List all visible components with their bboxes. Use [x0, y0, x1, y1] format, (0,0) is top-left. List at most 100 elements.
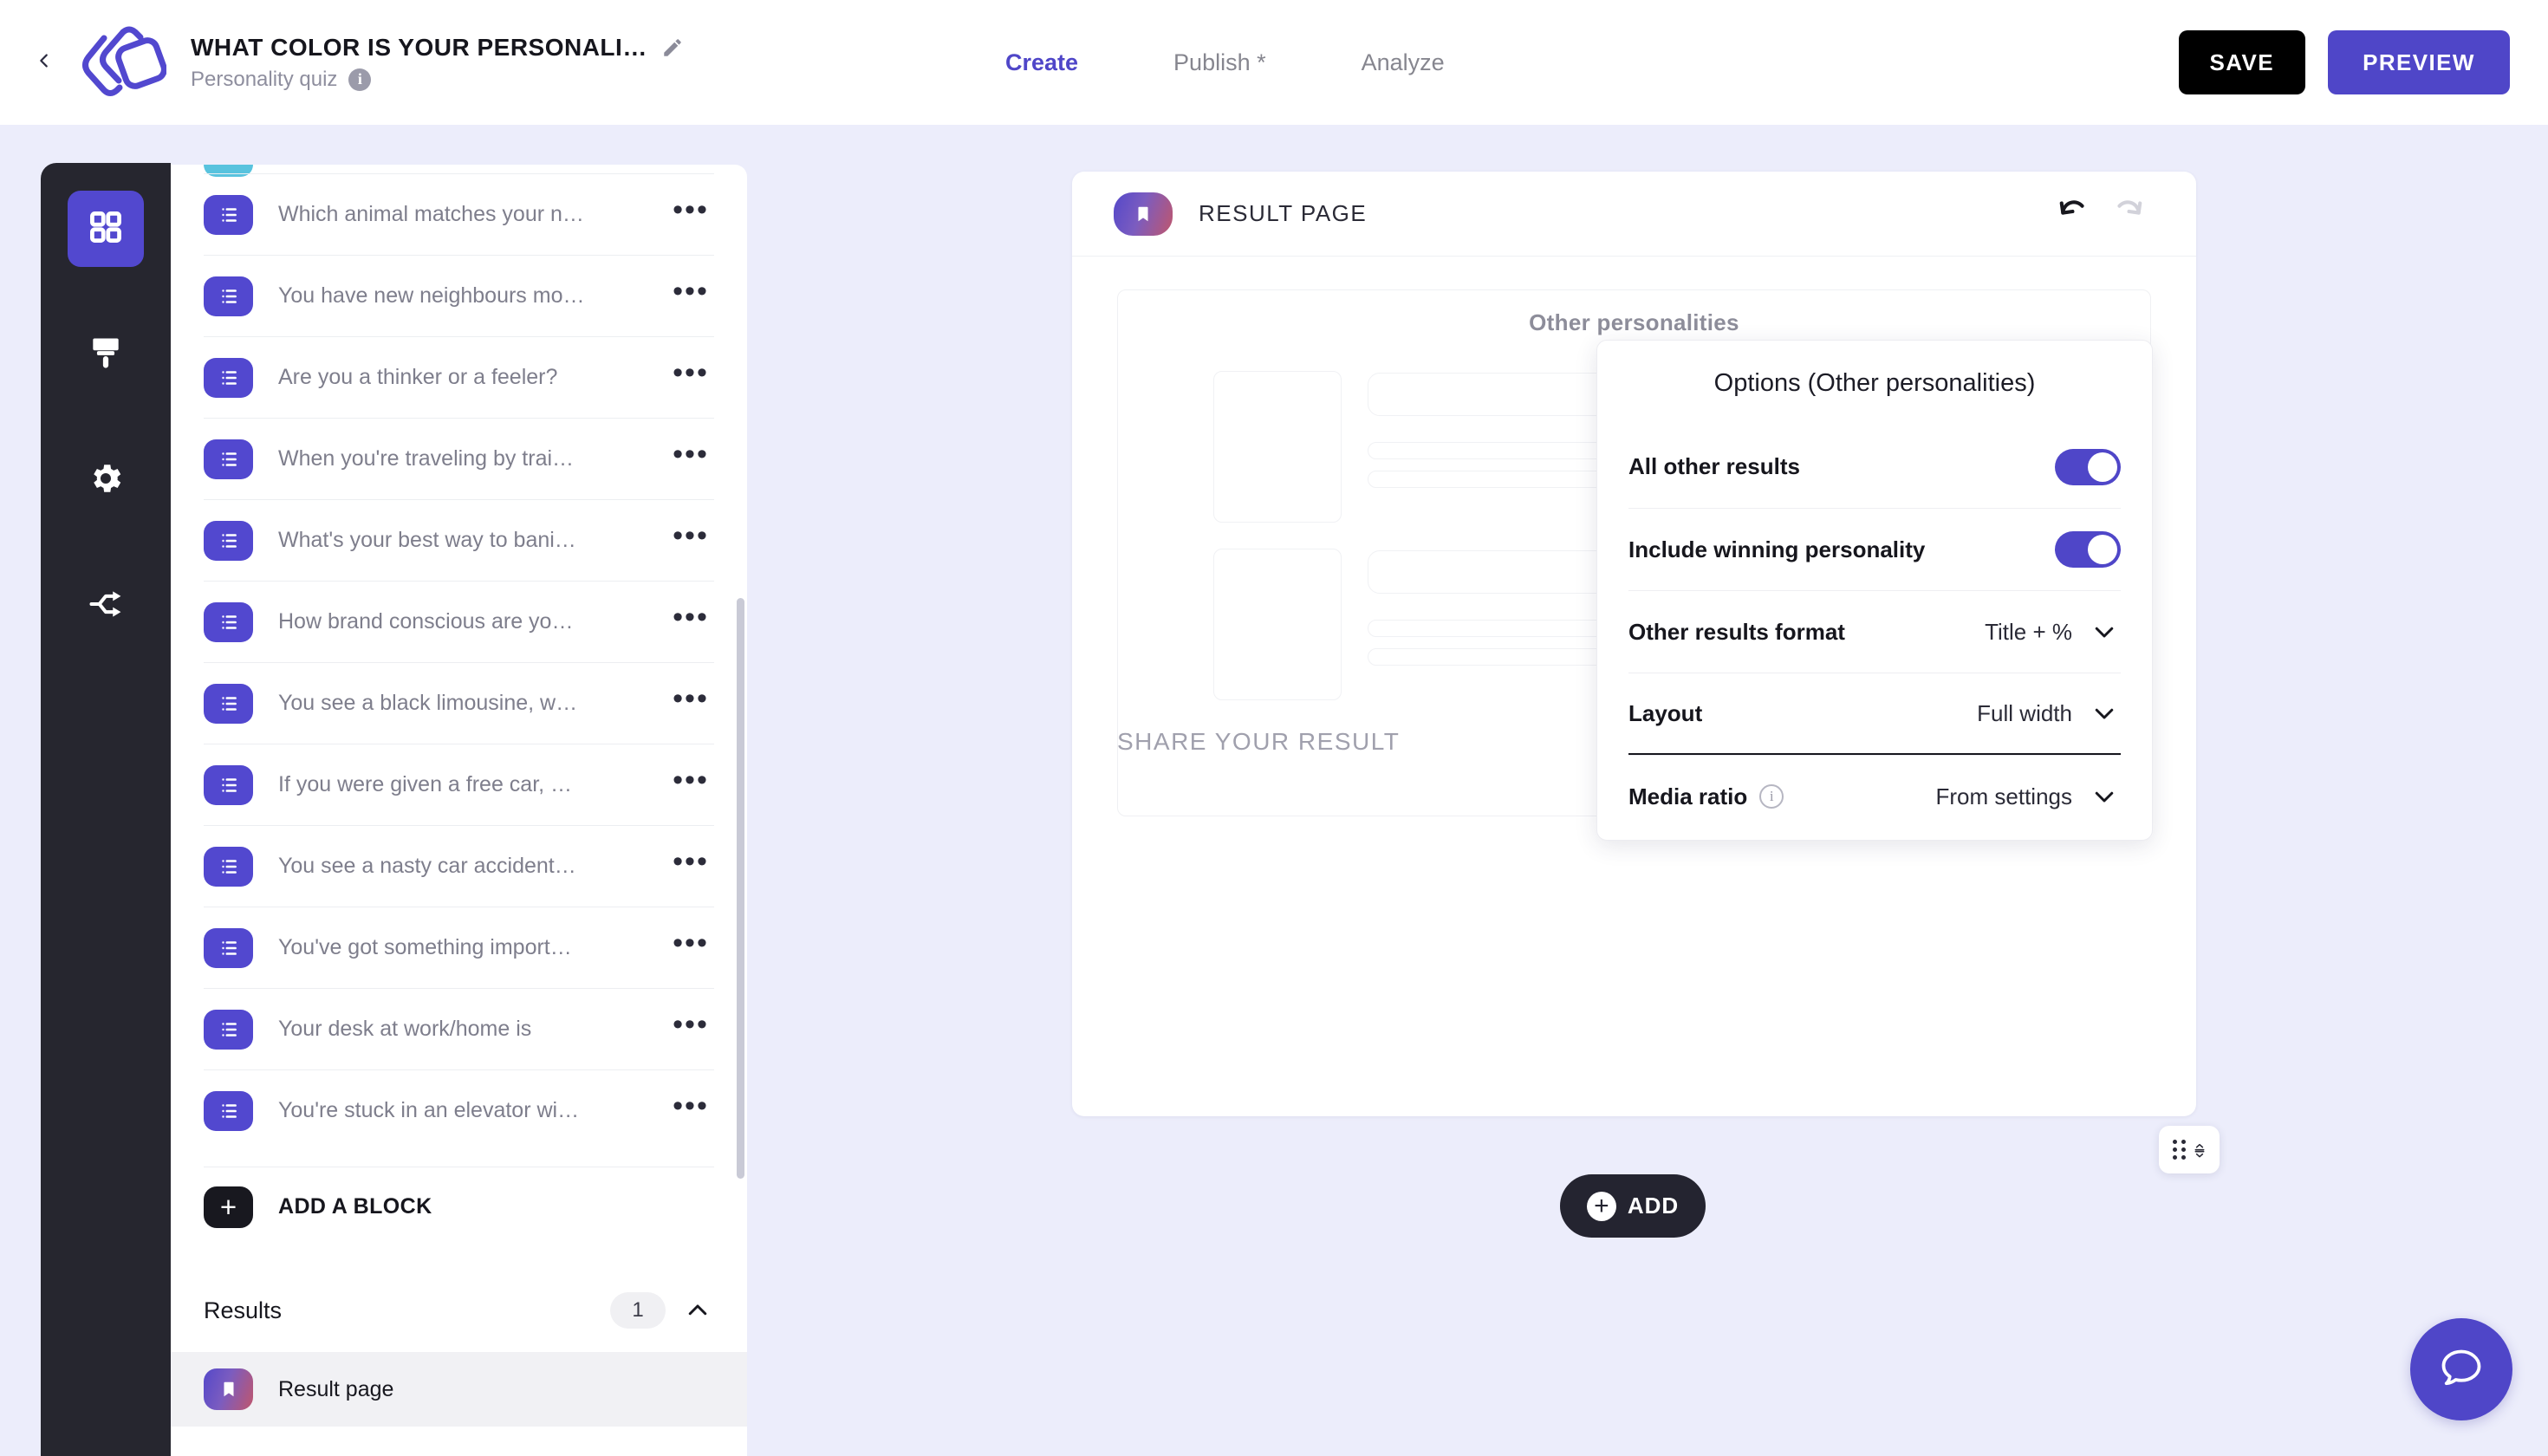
- resize-vertical-icon[interactable]: [2193, 1141, 2207, 1160]
- toggle-all-other-results[interactable]: [2055, 448, 2121, 485]
- canvas-header: RESULT PAGE: [1072, 172, 2196, 257]
- option-label: Media ratio i: [1628, 783, 1936, 810]
- info-icon[interactable]: i: [348, 68, 372, 91]
- info-icon[interactable]: i: [1759, 784, 1784, 809]
- add-a-block-button[interactable]: + ADD A BLOCK: [204, 1167, 714, 1246]
- list-item-result-page[interactable]: Result page: [171, 1352, 747, 1427]
- block-menu-button[interactable]: •••: [667, 765, 714, 795]
- block-list-scroll[interactable]: Which animal matches your n… ••• You hav…: [171, 165, 747, 1456]
- skeleton-heading: Other personalities: [1529, 309, 1739, 335]
- toggle-include-winning-personality[interactable]: [2055, 531, 2121, 568]
- option-label: Include winning personality: [1628, 536, 1926, 562]
- block-label: You see a nasty car accident…: [278, 854, 576, 878]
- chevron-down-icon[interactable]: [2091, 619, 2121, 645]
- panel-scrollbar-thumb[interactable]: [737, 598, 744, 1179]
- chevron-left-icon: [35, 46, 54, 80]
- grid-icon: [87, 208, 125, 250]
- block-label: You have new neighbours mo…: [278, 283, 585, 308]
- block-menu-button[interactable]: •••: [667, 358, 714, 387]
- bookmark-icon: [1114, 192, 1173, 236]
- option-row-layout[interactable]: Layout Full width: [1628, 673, 2121, 755]
- toggle-knob: [2088, 535, 2117, 564]
- tab-create[interactable]: Create: [1005, 49, 1078, 76]
- option-label: Layout: [1628, 699, 1703, 726]
- option-row-include-winning-personality[interactable]: Include winning personality: [1628, 508, 2121, 590]
- block-menu-button[interactable]: •••: [667, 1010, 714, 1039]
- bookmark-icon: [204, 1368, 253, 1410]
- option-label-text: Media ratio: [1628, 783, 1748, 809]
- rail-item-blocks[interactable]: [68, 191, 144, 267]
- chat-bubble-icon: [2435, 1342, 2487, 1398]
- list-item[interactable]: You've got something import… •••: [204, 907, 714, 988]
- chat-support-button[interactable]: [2410, 1318, 2512, 1420]
- block-drag-resize-control[interactable]: [2159, 1126, 2220, 1173]
- list-item[interactable]: If you were given a free car, … •••: [204, 744, 714, 825]
- block-label: How brand conscious are yo…: [278, 609, 574, 634]
- option-row-all-other-results[interactable]: All other results: [1628, 426, 2121, 508]
- plus-icon: +: [204, 1186, 253, 1228]
- quiz-subtitle: Personality quiz: [191, 67, 338, 91]
- toggle-knob: [2088, 452, 2117, 482]
- back-button[interactable]: [29, 43, 59, 81]
- save-button[interactable]: SAVE: [2178, 30, 2305, 94]
- panel-scrollbar[interactable]: [735, 165, 747, 1456]
- block-type-icon: [204, 927, 253, 968]
- block-menu-button[interactable]: •••: [667, 276, 714, 306]
- rail-item-logic[interactable]: [68, 568, 144, 644]
- brand-logo-icon[interactable]: [71, 21, 167, 104]
- add-block-button[interactable]: + ADD: [1560, 1174, 1706, 1238]
- option-row-other-results-format[interactable]: Other results format Title + %: [1628, 590, 2121, 673]
- block-menu-button[interactable]: •••: [667, 439, 714, 469]
- results-section-header[interactable]: Results 1: [204, 1277, 714, 1343]
- list-item[interactable]: You're stuck in an elevator wi… •••: [204, 1069, 714, 1151]
- rail-item-settings[interactable]: [68, 442, 144, 518]
- block-label: Are you a thinker or a feeler?: [278, 365, 558, 389]
- top-bar: WHAT COLOR IS YOUR PERSONALI… Personalit…: [0, 0, 2548, 125]
- top-actions: SAVE PREVIEW: [2178, 0, 2510, 125]
- block-menu-button[interactable]: •••: [667, 684, 714, 713]
- list-item[interactable]: How brand conscious are yo… •••: [204, 581, 714, 662]
- undo-button[interactable]: [2047, 187, 2101, 241]
- chevron-up-icon[interactable]: [685, 1297, 714, 1323]
- rail-item-design[interactable]: [68, 316, 144, 393]
- main-nav-tabs: Create Publish * Analyze: [1005, 0, 1445, 125]
- list-item-partial[interactable]: [204, 165, 714, 177]
- block-menu-button[interactable]: •••: [667, 1091, 714, 1121]
- preview-button[interactable]: PREVIEW: [2328, 30, 2510, 94]
- chevron-down-icon[interactable]: [2091, 783, 2121, 809]
- chevron-down-icon[interactable]: [2091, 700, 2121, 726]
- tab-publish[interactable]: Publish *: [1173, 49, 1266, 76]
- list-item[interactable]: Your desk at work/home is •••: [204, 988, 714, 1069]
- drag-dots-icon[interactable]: [2172, 1140, 2186, 1160]
- block-type-icon: [204, 194, 253, 235]
- block-menu-button[interactable]: •••: [667, 928, 714, 958]
- add-a-block-label: ADD A BLOCK: [278, 1194, 432, 1219]
- results-count-badge: 1: [610, 1292, 666, 1329]
- option-label: All other results: [1628, 453, 1800, 479]
- tab-analyze[interactable]: Analyze: [1362, 49, 1445, 76]
- list-item[interactable]: You see a black limousine, w… •••: [204, 662, 714, 744]
- block-menu-button[interactable]: •••: [667, 602, 714, 632]
- block-menu-button[interactable]: •••: [667, 521, 714, 550]
- list-item[interactable]: When you're traveling by trai… •••: [204, 418, 714, 499]
- list-item[interactable]: You see a nasty car accident… •••: [204, 825, 714, 907]
- canvas-page-title: RESULT PAGE: [1199, 200, 1368, 226]
- block-menu-button[interactable]: •••: [667, 847, 714, 876]
- block-type-icon: [204, 520, 253, 561]
- list-item[interactable]: Are you a thinker or a feeler? •••: [204, 336, 714, 418]
- list-item[interactable]: Which animal matches your n… •••: [204, 173, 714, 255]
- block-label: When you're traveling by trai…: [278, 446, 575, 471]
- result-page-label: Result page: [278, 1376, 394, 1401]
- skeleton-media-placeholder: [1213, 371, 1342, 523]
- add-button-label: ADD: [1627, 1193, 1680, 1219]
- list-item[interactable]: What's your best way to bani… •••: [204, 499, 714, 581]
- block-type-icon: [204, 601, 253, 642]
- block-list-panel: Which animal matches your n… ••• You hav…: [171, 165, 747, 1456]
- list-item[interactable]: You have new neighbours mo… •••: [204, 255, 714, 336]
- pencil-icon[interactable]: [661, 36, 684, 59]
- redo-icon: [2111, 195, 2144, 232]
- option-row-media-ratio[interactable]: Media ratio i From settings: [1628, 755, 2121, 837]
- redo-button[interactable]: [2101, 187, 2155, 241]
- block-label: You've got something import…: [278, 935, 572, 959]
- block-menu-button[interactable]: •••: [667, 195, 714, 224]
